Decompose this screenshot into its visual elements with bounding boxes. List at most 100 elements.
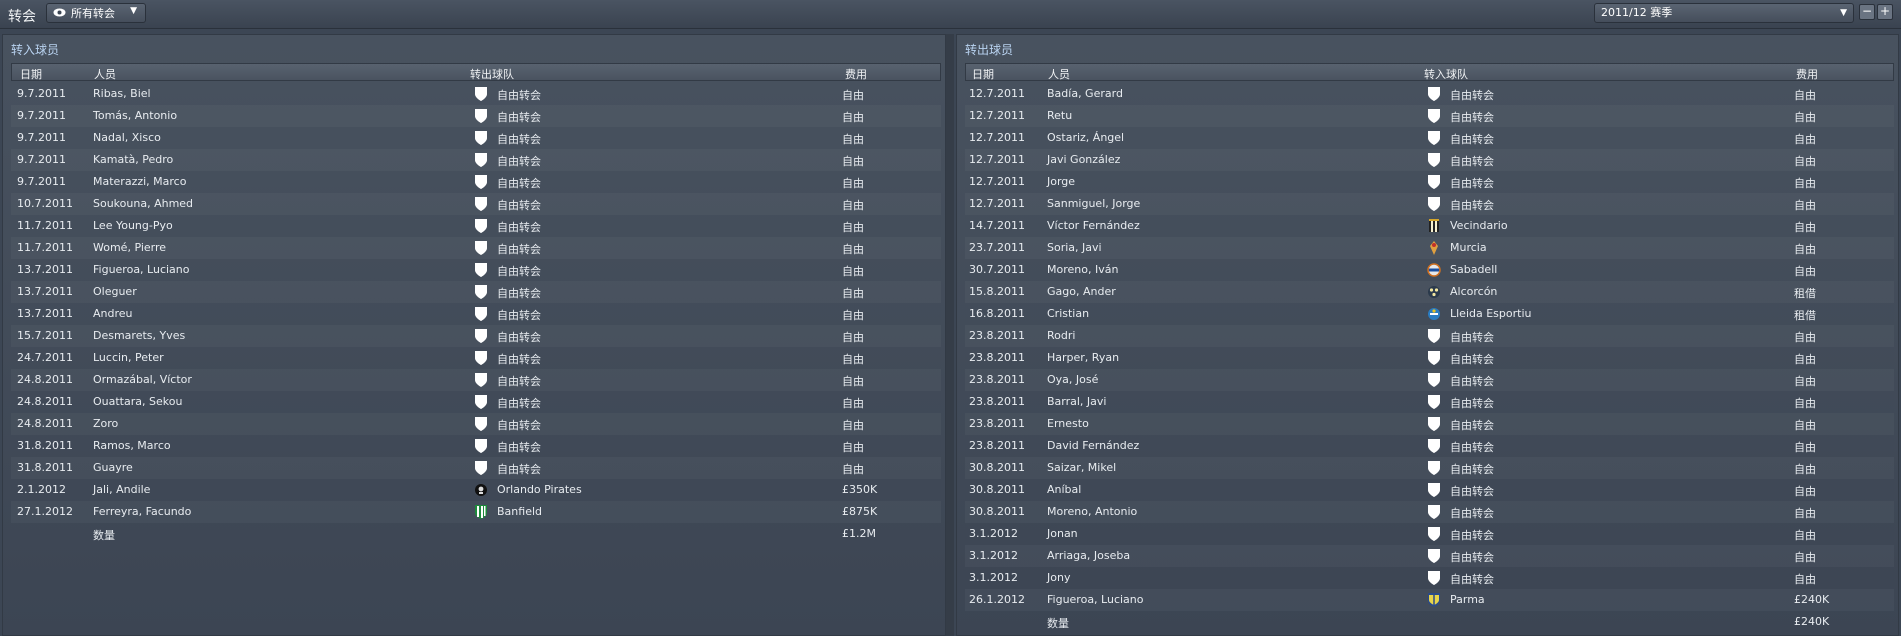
- table-row[interactable]: 13.7.2011 Figueroa, Luciano 自由转会 自由: [11, 259, 941, 281]
- row-person[interactable]: Jali, Andile: [93, 483, 150, 496]
- table-row[interactable]: 3.1.2012 Jonan 自由转会 自由: [965, 523, 1894, 545]
- row-club[interactable]: 自由转会: [497, 461, 541, 477]
- row-club[interactable]: 自由转会: [497, 175, 541, 191]
- table-row[interactable]: 30.8.2011 Saizar, Mikel 自由转会 自由: [965, 457, 1894, 479]
- row-club[interactable]: 自由转会: [1450, 395, 1494, 411]
- table-row[interactable]: 9.7.2011 Tomás, Antonio 自由转会 自由: [11, 105, 941, 127]
- table-row[interactable]: 9.7.2011 Materazzi, Marco 自由转会 自由: [11, 171, 941, 193]
- row-person[interactable]: Luccin, Peter: [93, 351, 164, 364]
- col-fee[interactable]: 费用: [845, 66, 867, 82]
- zoom-in-button[interactable]: +: [1877, 4, 1893, 20]
- row-club[interactable]: 自由转会: [497, 329, 541, 345]
- table-row[interactable]: 15.8.2011 Gago, Ander Alcorcón 租借: [965, 281, 1894, 303]
- row-person[interactable]: Gago, Ander: [1047, 285, 1116, 298]
- row-person[interactable]: Ouattara, Sekou: [93, 395, 182, 408]
- row-club[interactable]: 自由转会: [1450, 109, 1494, 125]
- row-club[interactable]: Alcorcón: [1450, 285, 1497, 298]
- row-person[interactable]: Jony: [1047, 571, 1070, 584]
- row-person[interactable]: Oleguer: [93, 285, 137, 298]
- row-person[interactable]: Desmarets, Yves: [93, 329, 185, 342]
- table-row[interactable]: 16.8.2011 Cristian Lleida Esportiu 租借: [965, 303, 1894, 325]
- table-row[interactable]: 3.1.2012 Jony 自由转会 自由: [965, 567, 1894, 589]
- table-row[interactable]: 12.7.2011 Retu 自由转会 自由: [965, 105, 1894, 127]
- row-person[interactable]: Andreu: [93, 307, 133, 320]
- table-row[interactable]: 13.7.2011 Andreu 自由转会 自由: [11, 303, 941, 325]
- row-person[interactable]: Guayre: [93, 461, 133, 474]
- table-row[interactable]: 11.7.2011 Lee Young-Pyo 自由转会 自由: [11, 215, 941, 237]
- table-row[interactable]: 23.8.2011 David Fernández 自由转会 自由: [965, 435, 1894, 457]
- row-club[interactable]: 自由转会: [1450, 329, 1494, 345]
- row-person[interactable]: Cristian: [1047, 307, 1089, 320]
- row-person[interactable]: Tomás, Antonio: [93, 109, 177, 122]
- row-person[interactable]: Rodri: [1047, 329, 1075, 342]
- row-club[interactable]: Murcia: [1450, 241, 1487, 254]
- table-row[interactable]: 12.7.2011 Badía, Gerard 自由转会 自由: [965, 83, 1894, 105]
- table-row[interactable]: 27.1.2012 Ferreyra, Facundo Banfield £875K: [11, 501, 941, 523]
- row-club[interactable]: 自由转会: [1450, 549, 1494, 565]
- row-club[interactable]: 自由转会: [497, 219, 541, 235]
- row-person[interactable]: Sanmiguel, Jorge: [1047, 197, 1140, 210]
- row-person[interactable]: Aníbal: [1047, 483, 1081, 496]
- table-row[interactable]: 15.7.2011 Desmarets, Yves 自由转会 自由: [11, 325, 941, 347]
- table-row[interactable]: 30.8.2011 Moreno, Antonio 自由转会 自由: [965, 501, 1894, 523]
- row-club[interactable]: 自由转会: [497, 109, 541, 125]
- row-person[interactable]: Oya, José: [1047, 373, 1098, 386]
- row-club[interactable]: Sabadell: [1450, 263, 1497, 276]
- row-club[interactable]: Lleida Esportiu: [1450, 307, 1532, 320]
- table-row[interactable]: 11.7.2011 Womé, Pierre 自由转会 自由: [11, 237, 941, 259]
- row-club[interactable]: 自由转会: [1450, 153, 1494, 169]
- col-date[interactable]: 日期: [20, 66, 42, 82]
- row-club[interactable]: 自由转会: [1450, 527, 1494, 543]
- season-select[interactable]: 2011/12 赛季 ▼: [1594, 3, 1854, 23]
- row-person[interactable]: Saizar, Mikel: [1047, 461, 1116, 474]
- table-row[interactable]: 9.7.2011 Kamatà, Pedro 自由转会 自由: [11, 149, 941, 171]
- col-person[interactable]: 人员: [94, 66, 116, 82]
- row-person[interactable]: Ferreyra, Facundo: [93, 505, 191, 518]
- table-row[interactable]: 23.8.2011 Barral, Javi 自由转会 自由: [965, 391, 1894, 413]
- table-row[interactable]: 13.7.2011 Oleguer 自由转会 自由: [11, 281, 941, 303]
- row-person[interactable]: Ramos, Marco: [93, 439, 171, 452]
- row-person[interactable]: Ernesto: [1047, 417, 1089, 430]
- table-row[interactable]: 9.7.2011 Nadal, Xisco 自由转会 自由: [11, 127, 941, 149]
- row-club[interactable]: 自由转会: [1450, 571, 1494, 587]
- row-club[interactable]: 自由转会: [497, 351, 541, 367]
- row-club[interactable]: 自由转会: [497, 417, 541, 433]
- table-row[interactable]: 26.1.2012 Figueroa, Luciano Parma £240K: [965, 589, 1894, 611]
- row-person[interactable]: Ormazábal, Víctor: [93, 373, 192, 386]
- col-date[interactable]: 日期: [972, 66, 994, 82]
- row-person[interactable]: Harper, Ryan: [1047, 351, 1119, 364]
- table-row[interactable]: 23.7.2011 Soria, Javi Murcia 自由: [965, 237, 1894, 259]
- row-club[interactable]: 自由转会: [497, 285, 541, 301]
- row-person[interactable]: Zoro: [93, 417, 118, 430]
- row-person[interactable]: Barral, Javi: [1047, 395, 1106, 408]
- table-row[interactable]: 23.8.2011 Ernesto 自由转会 自由: [965, 413, 1894, 435]
- row-club[interactable]: 自由转会: [497, 307, 541, 323]
- table-row[interactable]: 30.8.2011 Aníbal 自由转会 自由: [965, 479, 1894, 501]
- table-row[interactable]: 2.1.2012 Jali, Andile Orlando Pirates £350K: [11, 479, 941, 501]
- row-club[interactable]: 自由转会: [1450, 131, 1494, 147]
- row-club[interactable]: 自由转会: [1450, 351, 1494, 367]
- row-club[interactable]: 自由转会: [497, 439, 541, 455]
- table-row[interactable]: 24.7.2011 Luccin, Peter 自由转会 自由: [11, 347, 941, 369]
- table-row[interactable]: 24.8.2011 Zoro 自由转会 自由: [11, 413, 941, 435]
- row-club[interactable]: 自由转会: [497, 241, 541, 257]
- row-club[interactable]: Banfield: [497, 505, 542, 518]
- row-club[interactable]: 自由转会: [497, 263, 541, 279]
- row-club[interactable]: 自由转会: [1450, 175, 1494, 191]
- row-person[interactable]: Moreno, Iván: [1047, 263, 1118, 276]
- row-club[interactable]: 自由转会: [1450, 417, 1494, 433]
- row-club[interactable]: Parma: [1450, 593, 1485, 606]
- row-club[interactable]: 自由转会: [497, 373, 541, 389]
- col-person[interactable]: 人员: [1048, 66, 1070, 82]
- table-row[interactable]: 23.8.2011 Harper, Ryan 自由转会 自由: [965, 347, 1894, 369]
- row-person[interactable]: Arriaga, Joseba: [1047, 549, 1130, 562]
- row-club[interactable]: 自由转会: [497, 197, 541, 213]
- row-club[interactable]: 自由转会: [497, 395, 541, 411]
- row-person[interactable]: Ostariz, Ángel: [1047, 131, 1124, 144]
- row-person[interactable]: Jonan: [1047, 527, 1078, 540]
- table-row[interactable]: 14.7.2011 Víctor Fernández Vecindario 自由: [965, 215, 1894, 237]
- col-fee[interactable]: 费用: [1796, 66, 1818, 82]
- table-row[interactable]: 24.8.2011 Ouattara, Sekou 自由转会 自由: [11, 391, 941, 413]
- row-person[interactable]: Materazzi, Marco: [93, 175, 186, 188]
- table-row[interactable]: 12.7.2011 Javi González 自由转会 自由: [965, 149, 1894, 171]
